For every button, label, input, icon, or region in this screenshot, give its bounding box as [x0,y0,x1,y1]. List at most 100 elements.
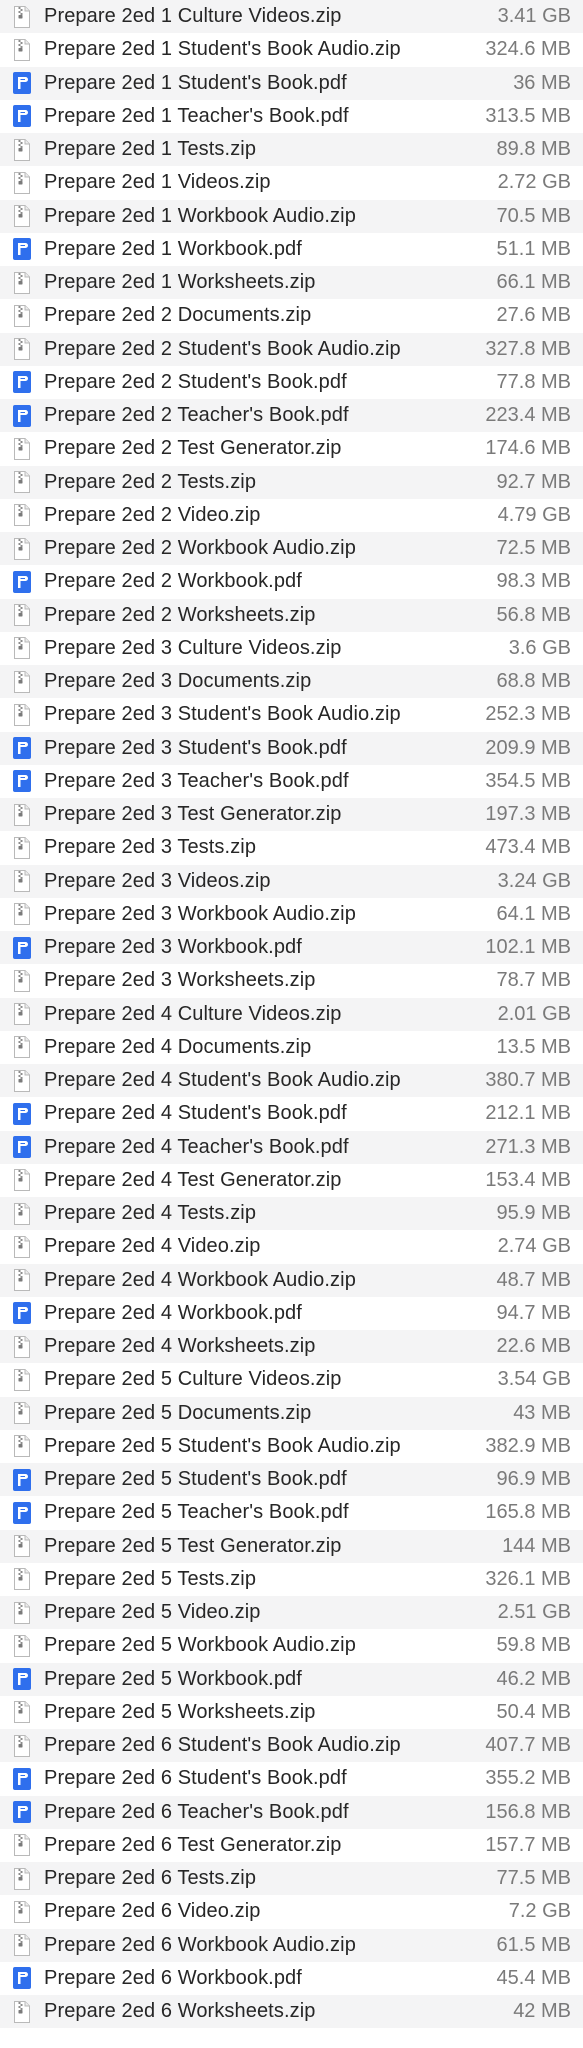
file-row[interactable]: Prepare 2ed 3 Videos.zip 3.24 GB [0,864,583,898]
file-row[interactable]: Prepare 2ed 5 Worksheets.zip 50.4 MB [0,1696,583,1729]
zip-archive-icon [0,1895,44,1928]
file-row[interactable]: Prepare 2ed 2 Student's Book.pdf 77.8 MB [0,366,583,399]
file-size: 98.3 MB [496,570,571,593]
file-row[interactable]: Prepare 2ed 3 Worksheets.zip 78.7 MB [0,964,583,997]
file-row[interactable]: Prepare 2ed 1 Workbook.pdf 51.1 MB [0,233,583,266]
file-row[interactable]: Prepare 2ed 4 Video.zip 2.74 GB [0,1230,583,1263]
file-size: 382.9 MB [485,1434,571,1457]
file-name: Prepare 2ed 4 Tests.zip [44,1202,257,1225]
file-size: 96.9 MB [496,1468,571,1491]
file-row[interactable]: Prepare 2ed 3 Teacher's Book.pdf 354.5 MB [0,765,583,798]
file-name: Prepare 2ed 3 Student's Book Audio.zip [44,703,401,726]
file-row[interactable]: Prepare 2ed 2 Worksheets.zip 56.8 MB [0,598,583,632]
file-row[interactable]: Prepare 2ed 3 Culture Videos.zip 3.6 GB [0,632,583,665]
file-row[interactable]: Prepare 2ed 4 Teacher's Book.pdf 271.3 MB [0,1130,583,1164]
file-row[interactable]: Prepare 2ed 1 Culture Videos.zip 3.41 GB [0,0,583,34]
file-row[interactable]: Prepare 2ed 2 Teacher's Book.pdf 223.4 MB [0,399,583,433]
file-row[interactable]: Prepare 2ed 5 Video.zip 2.51 GB [0,1596,583,1630]
file-row[interactable]: Prepare 2ed 6 Student's Book.pdf 355.2 MB [0,1762,583,1795]
zip-archive-icon [0,1264,44,1297]
file-row[interactable]: Prepare 2ed 2 Student's Book Audio.zip 32… [0,332,583,366]
file-row[interactable]: Prepare 2ed 5 Test Generator.zip 144 MB [0,1529,583,1563]
file-row[interactable]: Prepare 2ed 2 Workbook.pdf 98.3 MB [0,565,583,598]
file-row[interactable]: Prepare 2ed 3 Workbook.pdf 102.1 MB [0,931,583,965]
file-row[interactable]: Prepare 2ed 4 Workbook.pdf 94.7 MB [0,1297,583,1330]
file-row[interactable]: Prepare 2ed 6 Tests.zip 77.5 MB [0,1862,583,1896]
file-size: 165.8 MB [485,1501,571,1524]
file-row[interactable]: Prepare 2ed 3 Workbook Audio.zip 64.1 MB [0,898,583,931]
file-row[interactable]: Prepare 2ed 4 Tests.zip 95.9 MB [0,1197,583,1231]
file-name: Prepare 2ed 3 Videos.zip [44,869,271,892]
file-row[interactable]: Prepare 2ed 5 Teacher's Book.pdf 165.8 MB [0,1496,583,1529]
file-name: Prepare 2ed 6 Student's Book Audio.zip [44,1734,401,1757]
file-row[interactable]: Prepare 2ed 4 Culture Videos.zip 2.01 GB [0,997,583,1031]
pdf-document-icon [0,1463,44,1496]
zip-archive-icon [0,1729,44,1762]
file-row[interactable]: Prepare 2ed 1 Student's Book.pdf 36 MB [0,66,583,100]
pdf-document-icon [0,67,44,100]
file-row[interactable]: Prepare 2ed 1 Workbook Audio.zip 70.5 MB [0,199,583,233]
file-size: 7.2 GB [508,1900,571,1923]
file-row[interactable]: Prepare 2ed 4 Workbook Audio.zip 48.7 MB [0,1263,583,1297]
file-row[interactable]: Prepare 2ed 5 Student's Book Audio.zip 38… [0,1430,583,1463]
file-row[interactable]: Prepare 2ed 3 Documents.zip 68.8 MB [0,665,583,699]
file-row[interactable]: Prepare 2ed 3 Student's Book.pdf 209.9 MB [0,731,583,765]
file-row[interactable]: Prepare 2ed 5 Workbook Audio.zip 59.8 MB [0,1629,583,1662]
file-name: Prepare 2ed 6 Video.zip [44,1900,261,1923]
file-name: Prepare 2ed 3 Worksheets.zip [44,969,316,992]
zip-archive-icon [0,1862,44,1895]
file-row[interactable]: Prepare 2ed 2 Test Generator.zip 174.6 MB [0,432,583,465]
file-row[interactable]: Prepare 2ed 2 Workbook Audio.zip 72.5 MB [0,532,583,566]
file-row[interactable]: Prepare 2ed 5 Workbook.pdf 46.2 MB [0,1662,583,1696]
pdf-document-icon [0,1962,44,1995]
file-row[interactable]: Prepare 2ed 1 Worksheets.zip 66.1 MB [0,266,583,300]
zip-archive-icon [0,1230,44,1263]
file-name: Prepare 2ed 2 Student's Book.pdf [44,370,347,393]
file-row[interactable]: Prepare 2ed 4 Documents.zip 13.5 MB [0,1031,583,1064]
file-row[interactable]: Prepare 2ed 1 Teacher's Book.pdf 313.5 MB [0,100,583,133]
file-row[interactable]: Prepare 2ed 6 Test Generator.zip 157.7 MB [0,1829,583,1862]
file-row[interactable]: Prepare 2ed 4 Student's Book.pdf 212.1 MB [0,1097,583,1130]
file-row[interactable]: Prepare 2ed 6 Worksheets.zip 42 MB [0,1995,583,2029]
file-row[interactable]: Prepare 2ed 6 Teacher's Book.pdf 156.8 MB [0,1795,583,1829]
file-row[interactable]: Prepare 2ed 5 Culture Videos.zip 3.54 GB [0,1363,583,1396]
zip-archive-icon [0,466,44,499]
file-row[interactable]: Prepare 2ed 2 Video.zip 4.79 GB [0,499,583,532]
file-name: Prepare 2ed 4 Test Generator.zip [44,1168,342,1191]
file-row[interactable]: Prepare 2ed 3 Student's Book Audio.zip 25… [0,698,583,731]
file-name: Prepare 2ed 2 Documents.zip [44,304,312,327]
file-size: 61.5 MB [496,1933,571,1956]
file-name: Prepare 2ed 6 Test Generator.zip [44,1833,342,1856]
file-row[interactable]: Prepare 2ed 4 Worksheets.zip 22.6 MB [0,1330,583,1364]
file-size: 355.2 MB [485,1767,571,1790]
file-row[interactable]: Prepare 2ed 6 Video.zip 7.2 GB [0,1895,583,1928]
file-row[interactable]: Prepare 2ed 4 Student's Book Audio.zip 38… [0,1064,583,1098]
file-row[interactable]: Prepare 2ed 2 Tests.zip 92.7 MB [0,465,583,499]
file-size: 252.3 MB [485,703,571,726]
file-name: Prepare 2ed 4 Culture Videos.zip [44,1002,342,1025]
file-size: 36 MB [513,71,571,94]
file-row[interactable]: Prepare 2ed 6 Workbook Audio.zip 61.5 MB [0,1928,583,1962]
file-row[interactable]: Prepare 2ed 4 Test Generator.zip 153.4 MB [0,1164,583,1197]
file-size: 92.7 MB [496,470,571,493]
file-row[interactable]: Prepare 2ed 1 Videos.zip 2.72 GB [0,166,583,199]
file-row[interactable]: Prepare 2ed 2 Documents.zip 27.6 MB [0,299,583,332]
file-name: Prepare 2ed 4 Workbook.pdf [44,1301,302,1324]
zip-archive-icon [0,599,44,632]
file-row[interactable]: Prepare 2ed 1 Student's Book Audio.zip 32… [0,33,583,66]
file-row[interactable]: Prepare 2ed 3 Tests.zip 473.4 MB [0,831,583,864]
file-row[interactable]: Prepare 2ed 1 Tests.zip 89.8 MB [0,133,583,167]
file-size: 95.9 MB [496,1202,571,1225]
file-row[interactable]: Prepare 2ed 5 Documents.zip 43 MB [0,1396,583,1430]
zip-archive-icon [0,1164,44,1197]
file-size: 223.4 MB [485,404,571,427]
file-row[interactable]: Prepare 2ed 6 Student's Book Audio.zip 40… [0,1729,583,1763]
file-size: 197.3 MB [485,803,571,826]
file-row[interactable]: Prepare 2ed 3 Test Generator.zip 197.3 MB [0,798,583,832]
file-row[interactable]: Prepare 2ed 5 Student's Book.pdf 96.9 MB [0,1463,583,1497]
file-name: Prepare 2ed 1 Workbook.pdf [44,237,302,260]
file-size: 271.3 MB [485,1135,571,1158]
file-row[interactable]: Prepare 2ed 5 Tests.zip 326.1 MB [0,1563,583,1596]
zip-archive-icon [0,1596,44,1629]
file-row[interactable]: Prepare 2ed 6 Workbook.pdf 45.4 MB [0,1962,583,1995]
